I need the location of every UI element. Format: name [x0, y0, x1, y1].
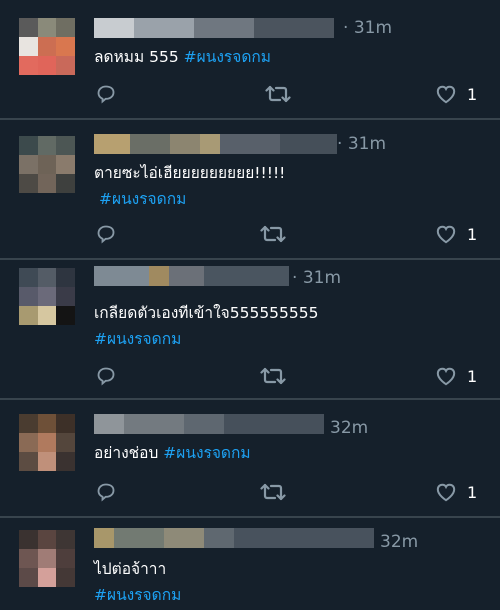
like-button[interactable]: 1: [435, 364, 477, 388]
tweet-text: เกลียดตัวเองทีเข้าใจ555555555 #ผนงรจดกม: [94, 300, 319, 352]
heart-icon: [436, 85, 456, 104]
tweet-4[interactable]: 32m อย่างช่อบ #ผนงรจดกม 1: [0, 400, 500, 516]
username-blurred[interactable]: [94, 266, 289, 286]
reply-button[interactable]: [96, 480, 116, 504]
avatar[interactable]: [19, 530, 75, 587]
tweet-text: ลดหมม 555 #ผนงรจดกม: [94, 44, 271, 70]
heart-icon: [436, 225, 456, 244]
timestamp[interactable]: · 31m: [343, 18, 392, 38]
tweet-text: อย่างช่อบ #ผนงรจดกม: [94, 440, 251, 466]
hashtag-link[interactable]: #ผนงรจดกม: [163, 444, 250, 462]
like-button[interactable]: 1: [435, 82, 477, 106]
tweet-body: ตายซะไอ่เฮียยยยยยยยย!!!!!: [94, 164, 286, 182]
like-count: 1: [467, 224, 478, 244]
tweet-text: ไปต่อจ้าาา #ผนงรจดกม: [94, 556, 181, 608]
tweet-body: เกลียดตัวเองทีเข้าใจ555555555: [94, 304, 319, 322]
avatar[interactable]: [19, 18, 75, 75]
like-count: 1: [467, 84, 478, 104]
tweet-1[interactable]: · 31m ลดหมม 555 #ผนงรจดกม 1: [0, 0, 500, 118]
username-blurred[interactable]: [94, 414, 324, 434]
like-count: 1: [467, 366, 478, 386]
tweet-2[interactable]: · 31m ตายซะไอ่เฮียยยยยยยยย!!!!! #ผนงรจดก…: [0, 120, 500, 258]
hashtag-link[interactable]: #ผนงรจดกม: [94, 326, 319, 352]
avatar[interactable]: [19, 414, 75, 471]
reply-icon: [97, 85, 115, 104]
reply-icon: [97, 225, 115, 244]
retweet-icon: [260, 367, 286, 385]
tweet-body: ไปต่อจ้าาา: [94, 560, 167, 578]
tweet-body: อย่างช่อบ: [94, 444, 159, 462]
reply-button[interactable]: [96, 222, 116, 246]
tweet-5[interactable]: 32m ไปต่อจ้าาา #ผนงรจดกม: [0, 518, 500, 610]
retweet-button[interactable]: [260, 364, 286, 388]
like-button[interactable]: 1: [435, 222, 477, 246]
tweet-text: ตายซะไอ่เฮียยยยยยยยย!!!!! #ผนงรจดกม: [94, 160, 285, 212]
timestamp[interactable]: 32m: [330, 418, 368, 438]
avatar[interactable]: [19, 136, 75, 193]
tweet-3[interactable]: · 31m เกลียดตัวเองทีเข้าใจ555555555 #ผนง…: [0, 260, 500, 398]
username-blurred[interactable]: [94, 134, 337, 154]
tweet-body: ลดหมม 555: [94, 48, 179, 66]
retweet-button[interactable]: [265, 82, 291, 106]
retweet-button[interactable]: [260, 222, 286, 246]
hashtag-link[interactable]: #ผนงรจดกม: [184, 48, 271, 66]
retweet-icon: [260, 225, 286, 243]
like-button[interactable]: 1: [435, 480, 477, 504]
timestamp[interactable]: 32m: [380, 532, 418, 552]
tweet-feed: · 31m ลดหมม 555 #ผนงรจดกม 1 · 31m ตายซะไ…: [0, 0, 500, 610]
hashtag-link[interactable]: #ผนงรจดกม: [94, 582, 181, 608]
reply-button[interactable]: [96, 364, 116, 388]
like-count: 1: [467, 482, 478, 502]
heart-icon: [436, 483, 456, 502]
avatar[interactable]: [19, 268, 75, 325]
retweet-button[interactable]: [260, 480, 286, 504]
heart-icon: [436, 367, 456, 386]
retweet-icon: [260, 483, 286, 501]
retweet-icon: [265, 85, 291, 103]
reply-icon: [97, 367, 115, 386]
username-blurred[interactable]: [94, 18, 334, 38]
timestamp[interactable]: · 31m: [337, 134, 386, 154]
reply-icon: [97, 483, 115, 502]
hashtag-link[interactable]: #ผนงรจดกม: [94, 186, 285, 212]
timestamp[interactable]: · 31m: [292, 268, 341, 288]
username-blurred[interactable]: [94, 528, 374, 548]
reply-button[interactable]: [96, 82, 116, 106]
